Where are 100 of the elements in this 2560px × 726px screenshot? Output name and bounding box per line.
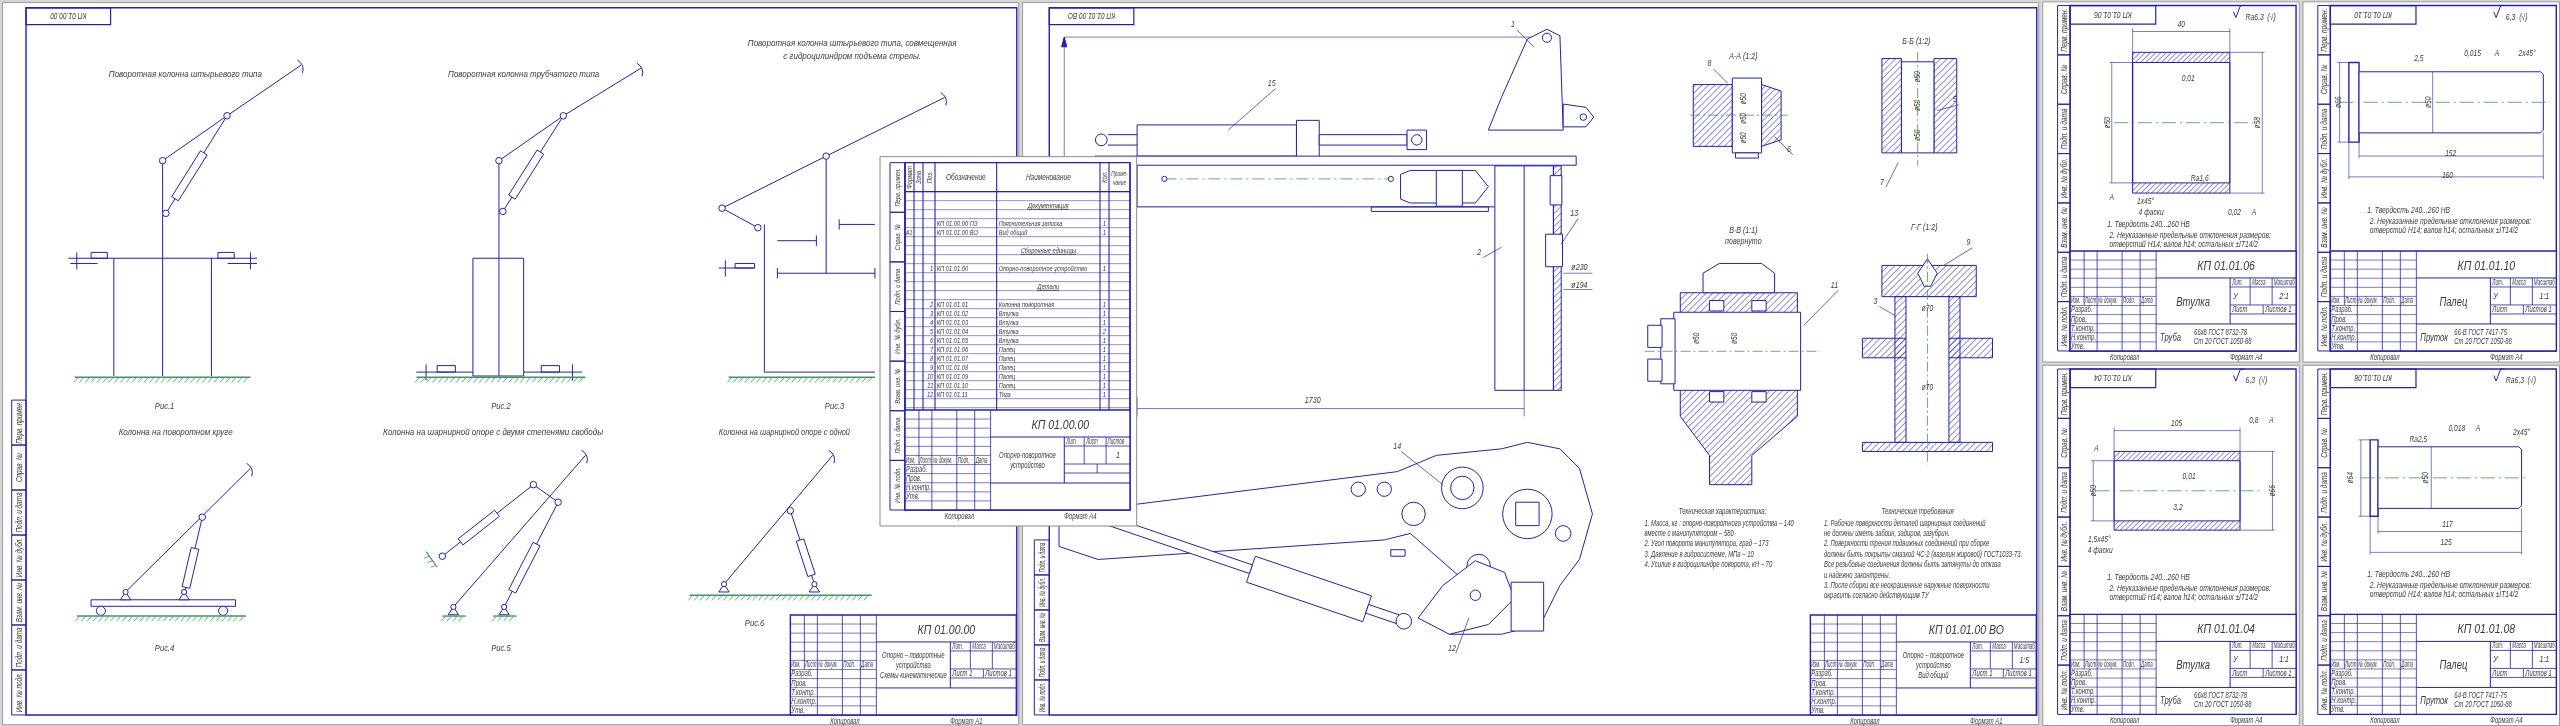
note-text: 2. Поверхности трения подвижных соединений при сборке должны быть покрыты смазкой ЧС-2 (вазелин жировой) ГОСТ1033-73.: [1824, 538, 2023, 560]
figure-title: Поворотная колонна трубчатого типа: [448, 68, 600, 79]
title-block-label: Утв.: [791, 705, 805, 716]
title-block-label: Разраб.: [1811, 669, 1833, 679]
title-block-label: Пров.: [1811, 678, 1827, 688]
side-stamp-label: Подп. и дата: [2319, 108, 2330, 150]
dimension-label: ø50: [2088, 485, 2099, 497]
title-block-label: Т.контр.: [2071, 323, 2095, 333]
note-text: 3. После сборки все неокрашенные наружные поверхности окрасить согласно действующим ТУ: [1824, 580, 1990, 601]
material-text: Труба: [2160, 695, 2182, 707]
title-block-letter: У: [2493, 289, 2498, 302]
side-stamp-label: Инв. № подл.: [2319, 306, 2330, 347]
title-block-label: Пров.: [791, 678, 807, 688]
material-spec-text: 66х8 ГОСТ 8732-78 Ст 20 ГОСТ 1050-88: [2194, 328, 2252, 347]
roughness-label: Ra6,3: [2505, 375, 2525, 386]
dimension-label: ø70: [1921, 382, 1934, 393]
title-block-name: Опорно – поворотные устройства Схемы кинематические: [879, 651, 947, 680]
title-block-name: Втулка: [2176, 657, 2210, 672]
part-number-label: 8: [1707, 58, 1712, 69]
dimension-label: Ra1,6: [2190, 172, 2209, 183]
note-text: 2. Угол поворота манипулятора, град – 173: [1644, 538, 1769, 549]
title-block-label: Утв.: [2071, 705, 2085, 715]
figure-caption: Рис.5: [491, 641, 511, 653]
dimension-label: ø50: [1912, 99, 1923, 112]
dimension-label: ø230: [1571, 262, 1588, 273]
title-block-label: Разраб.: [2331, 669, 2353, 679]
title-block-label: Листов 1: [2265, 305, 2292, 315]
dimension-label: 0,8: [2249, 414, 2259, 425]
section-label: А-А (1:2): [1729, 50, 1758, 61]
title-block-label: Утв.: [1811, 705, 1825, 716]
side-stamp-label: Инв. № дубл.: [2319, 158, 2330, 199]
side-stamp-label: Подп. и дата: [13, 492, 24, 533]
side-stamp-label: Подп. и дата: [2058, 108, 2069, 150]
format-label: Формат А1: [950, 716, 983, 726]
side-stamp-label: Взам. инв. №: [2319, 570, 2330, 612]
dimension-label: 2х45°: [2513, 427, 2531, 438]
title-block-code: КП 01.01.08: [2457, 621, 2516, 637]
note-text: 1. Твердость 240...260 HB: [2107, 572, 2190, 583]
figure-title: Колонна на шарнирной опоре с двумя степенями свободы: [383, 425, 604, 437]
title-block-label: Разраб.: [2071, 669, 2093, 679]
dimension-label: 160: [2441, 170, 2454, 181]
title-block-scale: 1: [1116, 448, 1120, 461]
title-block-label: Листов 1: [2265, 669, 2292, 679]
figure-title: Колонна на шарнирной опоре с одной: [718, 425, 850, 437]
roughness-label: (√): [2519, 12, 2528, 23]
dimension-label: 0,015: [2464, 47, 2481, 58]
dimension-label: 2х45°: [2518, 47, 2536, 58]
title-block-label: Утв.: [2331, 341, 2345, 352]
side-stamp-label: Инв. № подл.: [13, 672, 24, 713]
dimension-label: 2,5: [2414, 53, 2424, 64]
title-block-label: Пров.: [906, 473, 922, 483]
format-label: Формат А4: [2490, 352, 2523, 362]
title-block-code: КП 01.01.06: [2197, 257, 2255, 274]
title-block-label: Лист: [2492, 669, 2508, 679]
leader-line: [1803, 289, 1839, 326]
title-block-label: Разраб.: [906, 464, 928, 474]
material-text: Труба: [2160, 331, 2182, 344]
title-block-code: КП 01.01.00 ВО: [1928, 621, 2004, 638]
leader-line: [1943, 247, 1973, 266]
side-stamp-label: Подп. и дата: [2058, 256, 2069, 298]
side-stamp-label: Справ. №: [13, 453, 24, 483]
figure-caption: Рис.2: [491, 399, 511, 411]
side-stamp-label: Справ. №: [2058, 428, 2069, 458]
title-block-label: Т.контр.: [791, 687, 816, 697]
part-number-label: 2: [1477, 247, 1482, 258]
roughness-label: (√): [2527, 375, 2536, 386]
part-number-label: 13: [1570, 208, 1579, 219]
title-block-code: КП 01.00.00: [1031, 416, 1090, 433]
dimension-label: A: [2094, 443, 2099, 454]
title-block-name: Опорно-поворотное устройство: [999, 451, 1056, 471]
dimension-label: ø70: [1921, 303, 1934, 314]
copied-label: Копировал: [2110, 352, 2140, 362]
note-text: Все резьбовые соединения должны быть затянуты до отказа и надежно законтрены.: [1824, 559, 2001, 580]
dimension-label: ø50: [1912, 129, 1923, 141]
title-block-label: Н.контр.: [2071, 696, 2097, 706]
leader-line: [1878, 306, 1896, 316]
title-block-label: Листов 1: [2525, 669, 2552, 679]
dimension-label: 4 фаски: [2138, 207, 2164, 218]
dimension-label: 117: [2442, 519, 2453, 530]
note-text: 1. Рабочие поверхности деталей шарнирных соединений не должны иметь забоин, задиров, зазубрин.: [1824, 517, 1986, 539]
dimension-label: 3,2: [2173, 501, 2183, 512]
format-label: Формат А4: [1064, 511, 1097, 521]
figure-caption: Рис.6: [744, 616, 765, 629]
part-number-label: 15: [1267, 78, 1276, 89]
leader-line: [1713, 68, 1729, 84]
leader-line: [1516, 29, 1535, 48]
title-block-label: Т.контр.: [2331, 323, 2356, 333]
copied-label: Копировал: [2370, 716, 2400, 726]
side-stamp-label: Подп. и дата: [2319, 256, 2330, 298]
dimension-label: ø50: [1729, 332, 1740, 344]
roughness-label: 6,3: [2245, 375, 2256, 386]
side-stamp-label: Подп. и дата: [2319, 620, 2330, 661]
column-header: Наименование: [1025, 172, 1071, 183]
title-block-letter: У: [2493, 653, 2498, 665]
leader-line: [1482, 246, 1502, 258]
dimension-label: A: [2475, 423, 2481, 434]
note-text: 1. Твердость 240...260 HB: [2107, 219, 2190, 230]
dimension-label: ø66: [2333, 96, 2344, 109]
side-stamp-label: Справ. №: [2319, 428, 2330, 458]
title-block-scale: 1:5: [2019, 653, 2030, 666]
